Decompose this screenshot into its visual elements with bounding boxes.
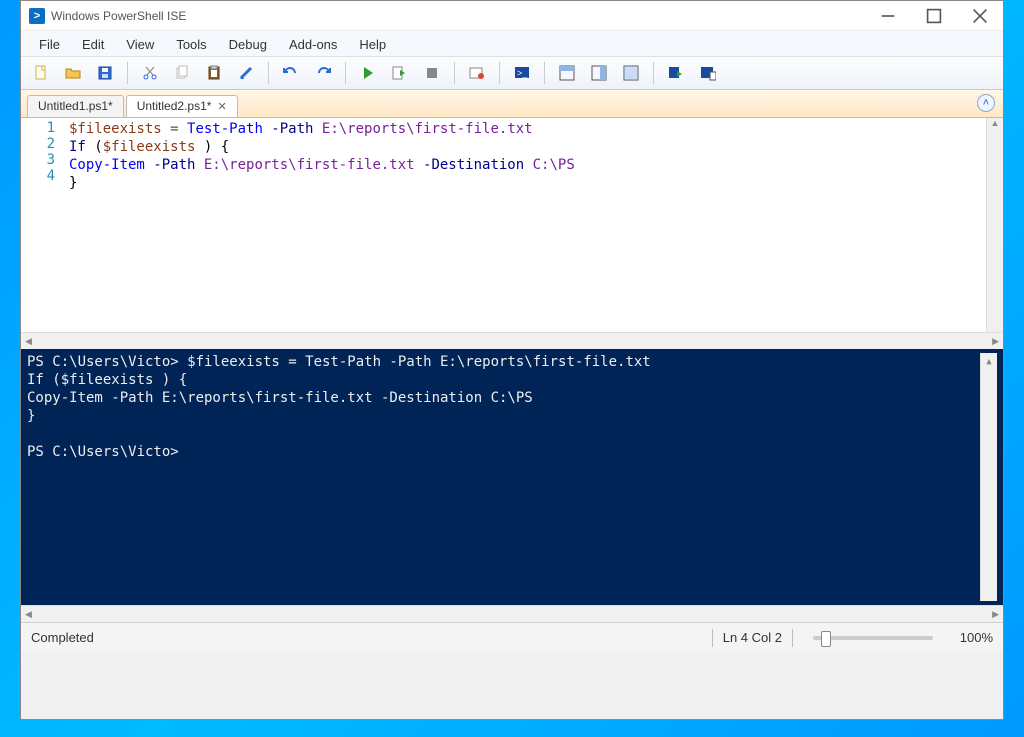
show-commands-icon[interactable] bbox=[662, 60, 690, 86]
code-line[interactable]: } bbox=[69, 174, 982, 192]
statusbar: Completed Ln 4 Col 2 100% bbox=[21, 622, 1003, 652]
clear-icon[interactable] bbox=[232, 60, 260, 86]
tab-untitled2[interactable]: Untitled2.ps1* ✕ bbox=[126, 95, 238, 117]
zoom-percentage: 100% bbox=[943, 630, 993, 645]
code-token: Test-Path bbox=[187, 121, 263, 137]
code-line[interactable]: Copy-Item -Path E:\reports\first-file.tx… bbox=[69, 156, 982, 174]
run-script-icon[interactable] bbox=[354, 60, 382, 86]
menu-debug[interactable]: Debug bbox=[219, 35, 277, 54]
new-file-icon[interactable] bbox=[27, 60, 55, 86]
code-token: $fileexists bbox=[69, 121, 162, 137]
line-number-gutter: 1234 bbox=[21, 118, 65, 332]
toolbar-separator bbox=[268, 62, 269, 84]
toolbar-separator bbox=[127, 62, 128, 84]
line-number: 3 bbox=[21, 152, 55, 168]
toolbar-separator bbox=[499, 62, 500, 84]
code-token: E:\reports\first-file.txt bbox=[204, 157, 415, 173]
powershell-app-icon bbox=[29, 8, 45, 24]
code-token: ( bbox=[86, 139, 103, 155]
breakpoint-icon[interactable] bbox=[463, 60, 491, 86]
code-line[interactable]: If ($fileexists ) { bbox=[69, 138, 982, 156]
console-pane[interactable]: PS C:\Users\Victo> $fileexists = Test-Pa… bbox=[21, 349, 1003, 605]
window-title: Windows PowerShell ISE bbox=[51, 9, 865, 23]
app-window: Windows PowerShell ISE File Edit View To… bbox=[20, 0, 1004, 720]
menu-file[interactable]: File bbox=[29, 35, 70, 54]
menu-help[interactable]: Help bbox=[349, 35, 396, 54]
toolbar-separator bbox=[345, 62, 346, 84]
line-number: 1 bbox=[21, 120, 55, 136]
titlebar: Windows PowerShell ISE bbox=[21, 1, 1003, 31]
close-button[interactable] bbox=[957, 1, 1003, 31]
tab-label: Untitled2.ps1* bbox=[137, 99, 212, 113]
stop-icon[interactable] bbox=[418, 60, 446, 86]
script-tabs: Untitled1.ps1* Untitled2.ps1* ✕ ˄ bbox=[21, 90, 1003, 118]
toolbar: >_ bbox=[21, 56, 1003, 90]
run-selection-icon[interactable] bbox=[386, 60, 414, 86]
editor-vertical-scrollbar[interactable] bbox=[986, 118, 1003, 332]
toolbar-separator bbox=[454, 62, 455, 84]
console-horizontal-scrollbar[interactable]: ◀▶ bbox=[21, 605, 1003, 622]
status-state: Completed bbox=[31, 630, 702, 645]
script-editor[interactable]: 1234 $fileexists = Test-Path -Path E:\re… bbox=[21, 118, 1003, 332]
editor-horizontal-scrollbar[interactable]: ◀▶ bbox=[21, 332, 1003, 349]
menu-addons[interactable]: Add-ons bbox=[279, 35, 347, 54]
new-remote-tab-icon[interactable]: >_ bbox=[508, 60, 536, 86]
console-output[interactable]: PS C:\Users\Victo> $fileexists = Test-Pa… bbox=[27, 353, 980, 601]
cut-icon[interactable] bbox=[136, 60, 164, 86]
code-token: = bbox=[162, 121, 187, 137]
zoom-slider[interactable] bbox=[813, 636, 933, 640]
undo-icon[interactable] bbox=[277, 60, 305, 86]
show-script-top-icon[interactable] bbox=[553, 60, 581, 86]
toolbar-separator bbox=[653, 62, 654, 84]
status-cursor-position: Ln 4 Col 2 bbox=[723, 630, 782, 645]
line-number: 2 bbox=[21, 136, 55, 152]
code-line[interactable]: $fileexists = Test-Path -Path E:\reports… bbox=[69, 120, 982, 138]
save-icon[interactable] bbox=[91, 60, 119, 86]
svg-text:>_: >_ bbox=[517, 68, 528, 78]
menu-tools[interactable]: Tools bbox=[166, 35, 216, 54]
code-token: Copy-Item bbox=[69, 157, 145, 173]
show-command-window-icon[interactable] bbox=[694, 60, 722, 86]
maximize-button[interactable] bbox=[911, 1, 957, 31]
code-token: } bbox=[69, 175, 77, 191]
code-token: $fileexists bbox=[103, 139, 196, 155]
code-content[interactable]: $fileexists = Test-Path -Path E:\reports… bbox=[65, 118, 986, 332]
close-icon[interactable]: ✕ bbox=[217, 100, 226, 113]
window-controls bbox=[865, 1, 1003, 31]
menu-edit[interactable]: Edit bbox=[72, 35, 114, 54]
code-token: C:\PS bbox=[533, 157, 575, 173]
tab-untitled1[interactable]: Untitled1.ps1* bbox=[27, 95, 124, 117]
toolbar-separator bbox=[544, 62, 545, 84]
code-token: If bbox=[69, 139, 86, 155]
paste-icon[interactable] bbox=[200, 60, 228, 86]
console-vertical-scrollbar[interactable] bbox=[980, 353, 997, 601]
menubar: File Edit View Tools Debug Add-ons Help bbox=[21, 31, 1003, 56]
tab-label: Untitled1.ps1* bbox=[38, 99, 113, 113]
code-token: E:\reports\first-file.txt bbox=[322, 121, 533, 137]
redo-icon[interactable] bbox=[309, 60, 337, 86]
show-script-right-icon[interactable] bbox=[585, 60, 613, 86]
collapse-script-pane-icon[interactable]: ˄ bbox=[977, 94, 995, 112]
open-file-icon[interactable] bbox=[59, 60, 87, 86]
copy-icon[interactable] bbox=[168, 60, 196, 86]
line-number: 4 bbox=[21, 168, 55, 184]
minimize-button[interactable] bbox=[865, 1, 911, 31]
code-token: -Path bbox=[263, 121, 322, 137]
code-token: -Path bbox=[145, 157, 204, 173]
show-script-max-icon[interactable] bbox=[617, 60, 645, 86]
code-token: ) { bbox=[195, 139, 229, 155]
code-token: -Destination bbox=[415, 157, 533, 173]
menu-view[interactable]: View bbox=[116, 35, 164, 54]
